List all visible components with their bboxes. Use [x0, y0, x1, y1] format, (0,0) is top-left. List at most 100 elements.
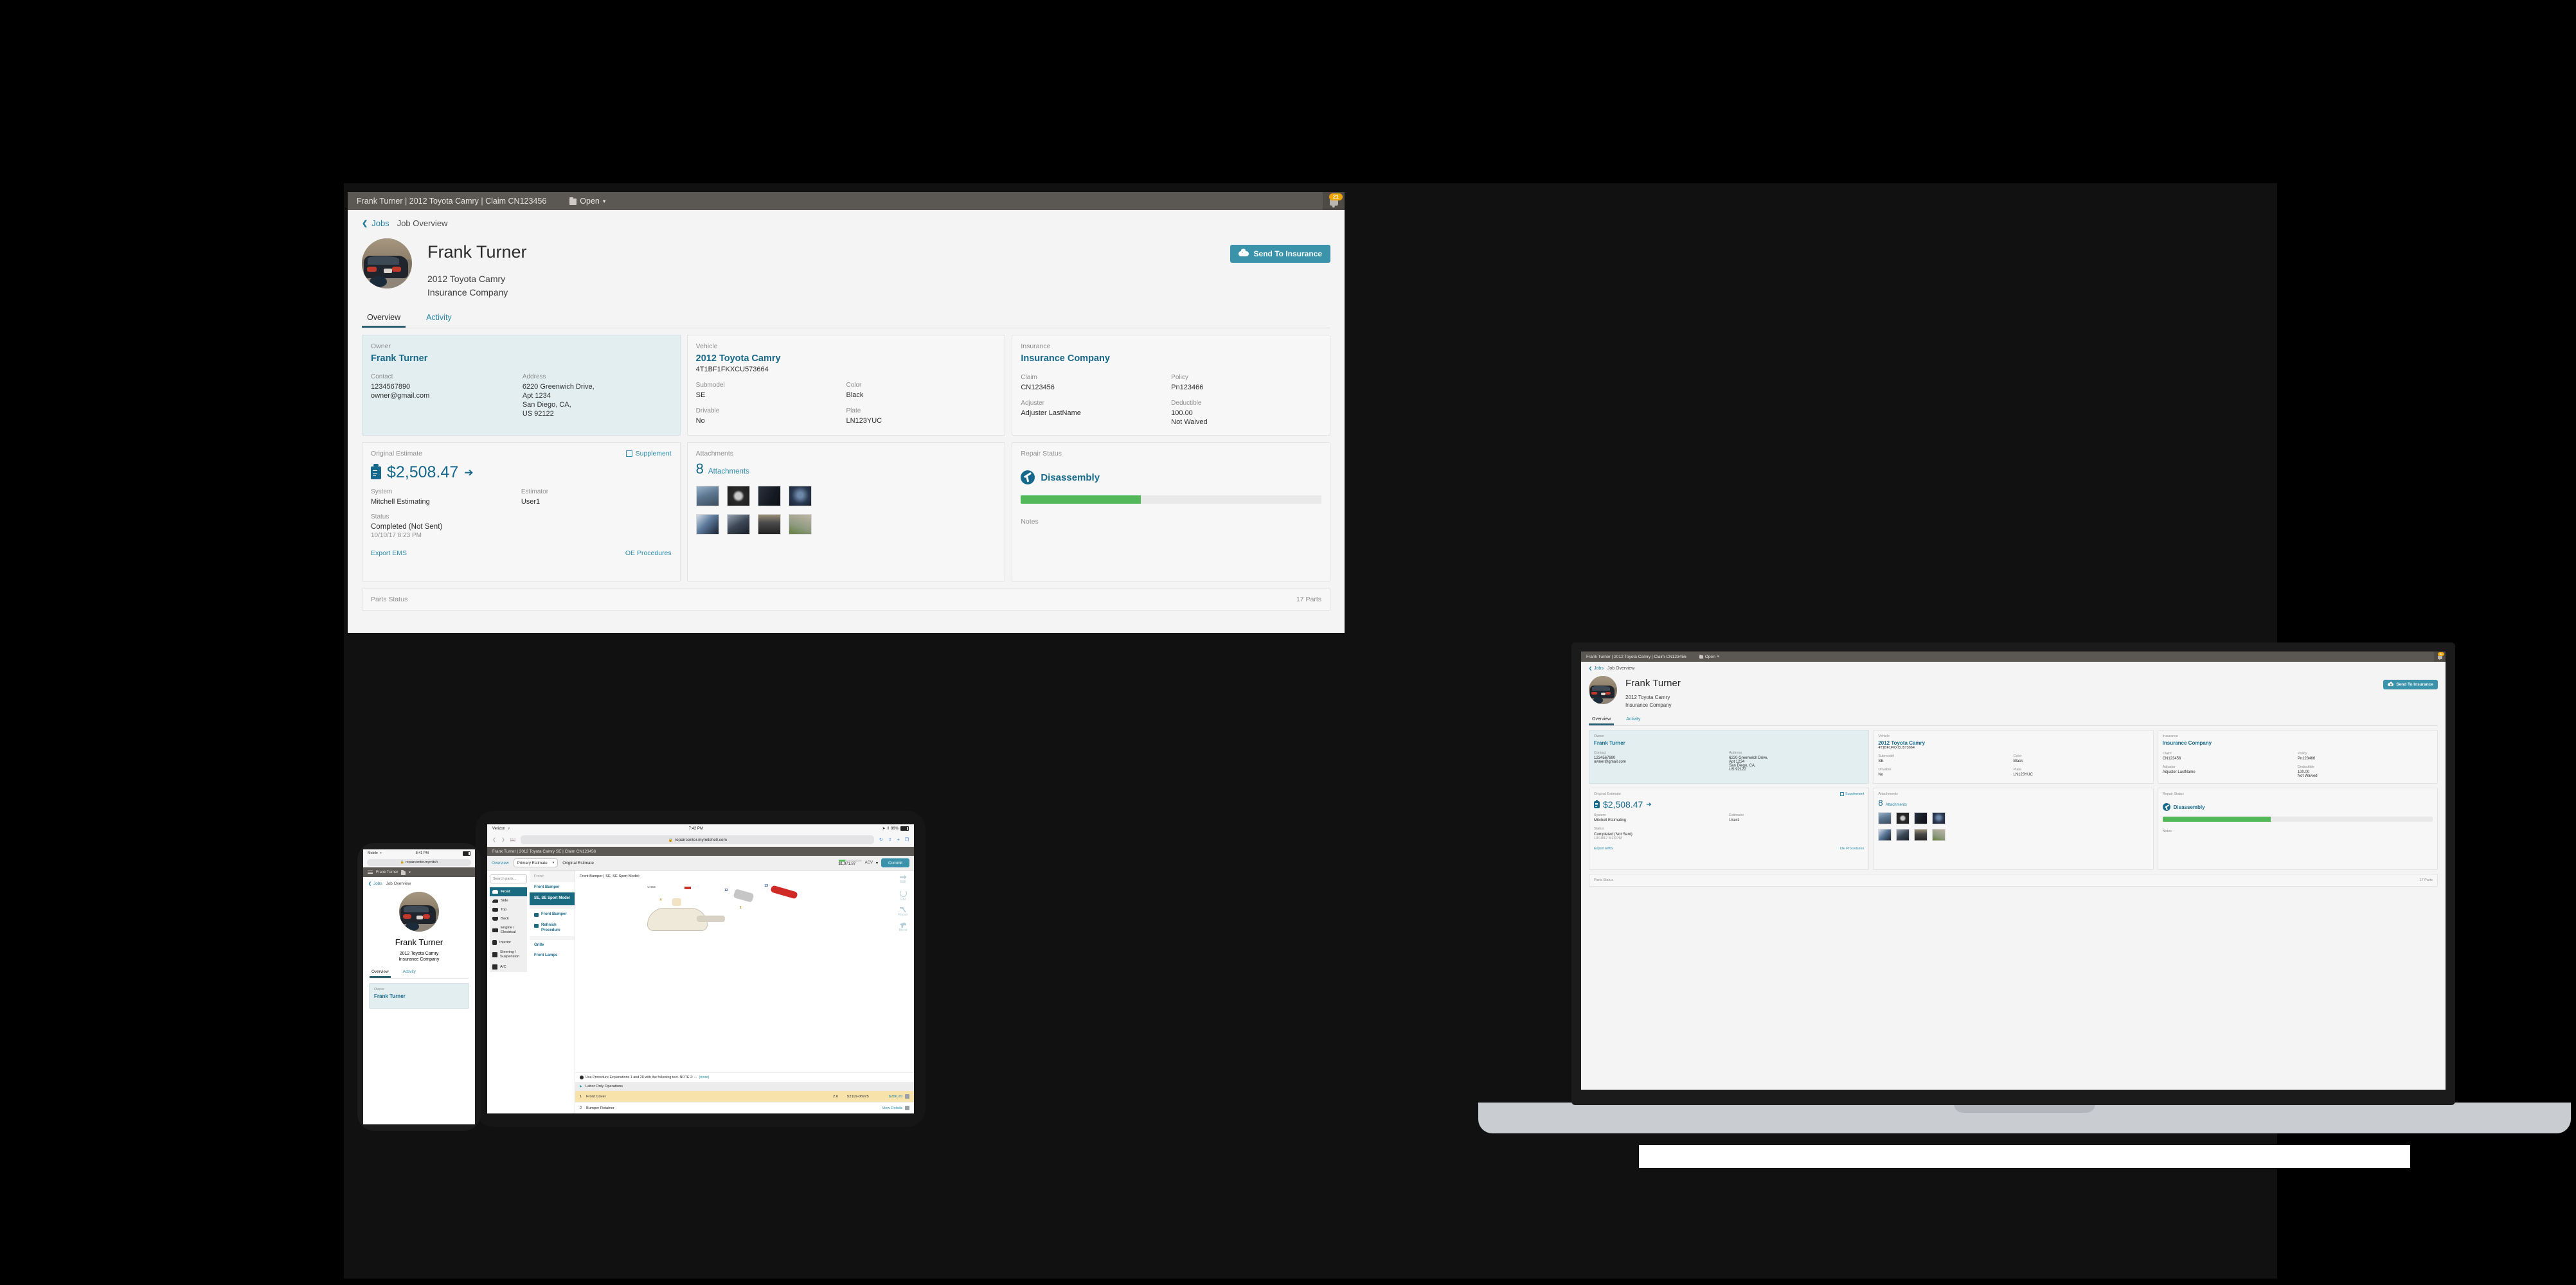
open-status-dropdown[interactable]: Open ▾	[569, 197, 605, 206]
dashboard-thumb[interactable]	[757, 486, 781, 506]
laptop-notifications-button[interactable]: 21	[2434, 651, 2446, 662]
export-ems-link[interactable]: Export EMS	[371, 549, 407, 557]
laptop-estimate-amount-row[interactable]: $2,508.47 ➔	[1594, 799, 1864, 810]
rear-car-thumb[interactable]	[757, 514, 781, 535]
sidebar-item-ac[interactable]: A/C	[490, 962, 527, 972]
phone-url-field[interactable]: 🔒 repaircenter.mymitch	[367, 858, 471, 866]
laptop-estimator-value: User1	[1729, 819, 1740, 822]
gauge-cluster-thumb[interactable]	[1878, 829, 1892, 841]
dashboard-thumb[interactable]	[1914, 812, 1928, 824]
chevron-left-icon[interactable]: ❮	[368, 882, 371, 886]
sidebar-item-back[interactable]: Back	[490, 914, 527, 923]
play-icon[interactable]	[905, 1106, 909, 1110]
laptop-insurance-name[interactable]: Insurance Company	[2163, 740, 2433, 746]
estimate-amount-row[interactable]: $2,508.47 ➔	[371, 463, 672, 482]
plus-icon[interactable]: +	[897, 838, 900, 842]
steering-wheel-thumb[interactable]	[1932, 812, 1946, 824]
tab-overview[interactable]: Overview	[362, 310, 406, 328]
part-book-front-bumper[interactable]: Front Bumper	[530, 909, 575, 921]
car-door-thumb[interactable]	[1878, 812, 1892, 824]
breadcrumb-jobs-link[interactable]: Jobs	[371, 218, 389, 228]
notifications-button[interactable]: 21	[1323, 192, 1345, 210]
engine-bay-thumb[interactable]	[726, 514, 750, 535]
gauge-cluster-thumb[interactable]	[695, 514, 719, 535]
reload-icon[interactable]: ↻	[879, 837, 883, 842]
phone-tab-overview[interactable]: Overview	[370, 968, 391, 978]
avatar	[1589, 676, 1617, 704]
tablet-url-field[interactable]: 🔒 repaircenter.mymitchell.com	[521, 835, 874, 844]
laptop-estimate-amount: $2,508.47	[1603, 799, 1643, 810]
laptop-tab-overview[interactable]: Overview	[1589, 716, 1614, 725]
commit-button[interactable]: Commit	[881, 858, 909, 867]
send-to-insurance-button[interactable]: Send To Insurance	[1230, 245, 1330, 263]
tablet-part-list: Front: Front Bumper SE, SE Sport Model F…	[530, 871, 575, 1113]
phone-owner-name[interactable]: Frank Turner	[374, 993, 464, 999]
row-view-details-link[interactable]: View Details	[882, 1106, 902, 1110]
laptop-vehicle-name[interactable]: 2012 Toyota Camry	[1878, 740, 2148, 746]
estimate-select[interactable]: Primary Estimate ▾	[513, 858, 559, 867]
laptop-owner-name[interactable]: Frank Turner	[1594, 740, 1864, 746]
engine-bay-thumb[interactable]	[1896, 829, 1910, 841]
rail-item-repair[interactable]: Repair	[899, 907, 908, 917]
hood-thumb[interactable]	[1932, 829, 1946, 841]
laptop-attachments-count-label[interactable]: Attachments	[1886, 803, 1907, 807]
laptop-export-ems-link[interactable]: Export EMS	[1594, 847, 1613, 851]
laptop-supplement-button[interactable]: Supplement	[1839, 792, 1864, 796]
sidebar-item-front[interactable]: Front	[490, 887, 527, 896]
rail-item-rr[interactable]: R&R	[899, 875, 907, 884]
chevron-right-icon[interactable]: ❯	[501, 837, 505, 842]
supplement-button[interactable]: Supplement	[625, 450, 672, 457]
part-item-grille[interactable]: Grille	[530, 940, 575, 950]
sidebar-item-top[interactable]: Top	[490, 905, 527, 914]
sidebar-item-side[interactable]: Side	[490, 896, 527, 905]
owner-name[interactable]: Frank Turner	[371, 353, 672, 364]
procedure-note-more-link[interactable]: (more)	[699, 1076, 710, 1079]
car-side-icon	[492, 899, 498, 903]
rear-car-thumb[interactable]	[1914, 829, 1928, 841]
phone-tab-activity[interactable]: Activity	[401, 968, 418, 978]
labor-only-row[interactable]: ▶ Labor Only Operations	[575, 1082, 914, 1091]
chevron-down-icon[interactable]: ▾	[409, 871, 411, 874]
laptop-oe-procedures-link[interactable]: OE Procedures	[1840, 847, 1865, 851]
sidebar-item-engine-electrical[interactable]: Engine / Electrical	[490, 923, 527, 937]
laptop-open-dropdown[interactable]: Open ▾	[1699, 655, 1719, 659]
insurance-name[interactable]: Insurance Company	[1021, 353, 1321, 364]
sidebar-label-front: Front	[501, 890, 510, 894]
steering-wheel-thumb[interactable]	[788, 486, 812, 506]
tablet-overview-link[interactable]: Overview	[492, 861, 509, 865]
rail-item-ri[interactable]: R&I	[899, 890, 907, 901]
folder-icon[interactable]	[401, 870, 406, 875]
sidebar-item-steering-suspension[interactable]: Steering / Suspension	[490, 948, 527, 962]
wheel-thumb[interactable]	[726, 486, 750, 506]
table-row[interactable]: 1 Front Cover 2.6 52119-06975 $286.29	[575, 1091, 914, 1102]
hamburger-icon[interactable]	[368, 870, 373, 874]
chevron-left-icon[interactable]: ❮	[492, 837, 496, 842]
rail-item-blend[interactable]: Blend	[899, 923, 907, 932]
search-input[interactable]	[490, 874, 527, 883]
part-item-se-sport-model[interactable]: SE, SE Sport Model	[530, 892, 575, 905]
acv-caret-icon[interactable]: ▾	[876, 861, 878, 865]
tab-activity[interactable]: Activity	[421, 310, 457, 328]
laptop-breadcrumb-jobs[interactable]: Jobs	[1594, 666, 1604, 671]
phone-breadcrumb-jobs[interactable]: Jobs	[373, 882, 382, 886]
play-icon[interactable]	[905, 1094, 909, 1099]
part-item-front-lamps[interactable]: Front Lamps	[530, 950, 575, 961]
part-item-front-bumper[interactable]: Front Bumper	[530, 882, 575, 892]
wheel-thumb[interactable]	[1896, 812, 1910, 824]
sidebar-item-interior[interactable]: Interior	[490, 937, 527, 948]
table-row[interactable]: 2 Bumper Retainer View Details	[575, 1102, 914, 1113]
vehicle-name[interactable]: 2012 Toyota Camry	[696, 353, 997, 364]
car-door-thumb[interactable]	[695, 486, 719, 506]
book-icon[interactable]: 📖	[510, 837, 516, 842]
share-icon[interactable]: ⇧	[888, 837, 892, 842]
tabs-icon[interactable]: ❐	[905, 837, 909, 842]
laptop-send-to-insurance-button[interactable]: Send To Insurance	[2383, 680, 2438, 689]
laptop-tab-activity[interactable]: Activity	[1623, 716, 1643, 725]
chevron-left-icon[interactable]: ❮	[362, 219, 368, 227]
part-book-refinish-procedure[interactable]: Refinish Procedure	[530, 920, 575, 936]
part-book-refinish-label: Refinish Procedure	[541, 923, 560, 932]
attachments-count-label[interactable]: Attachments	[708, 468, 749, 475]
chevron-left-icon[interactable]: ❮	[1589, 666, 1592, 671]
hood-thumb[interactable]	[788, 514, 812, 535]
oe-procedures-link[interactable]: OE Procedures	[625, 549, 672, 557]
